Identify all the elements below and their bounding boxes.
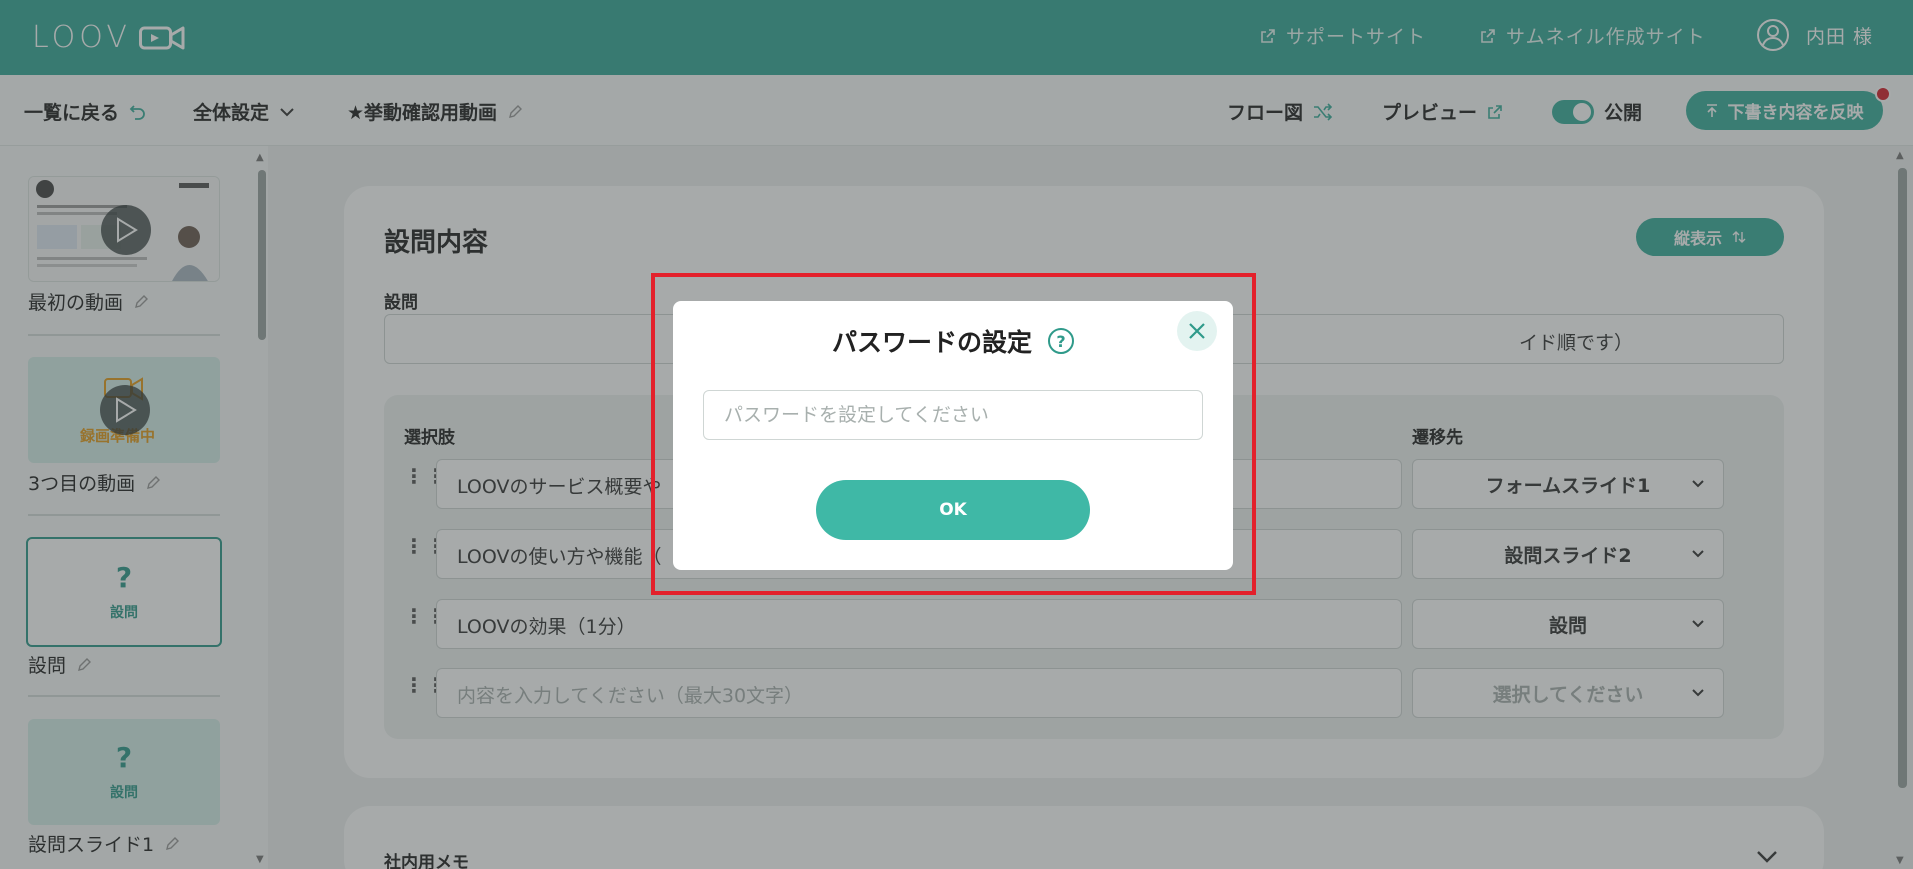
close-icon (1189, 323, 1205, 339)
modal-header: パスワードの設定 ? (673, 323, 1233, 359)
password-input[interactable] (703, 390, 1203, 440)
ok-button[interactable]: OK (816, 480, 1090, 540)
close-button[interactable] (1177, 311, 1217, 351)
password-modal: パスワードの設定 ? OK (673, 301, 1233, 570)
modal-title: パスワードの設定 (831, 328, 1032, 357)
help-icon[interactable]: ? (1048, 328, 1074, 354)
